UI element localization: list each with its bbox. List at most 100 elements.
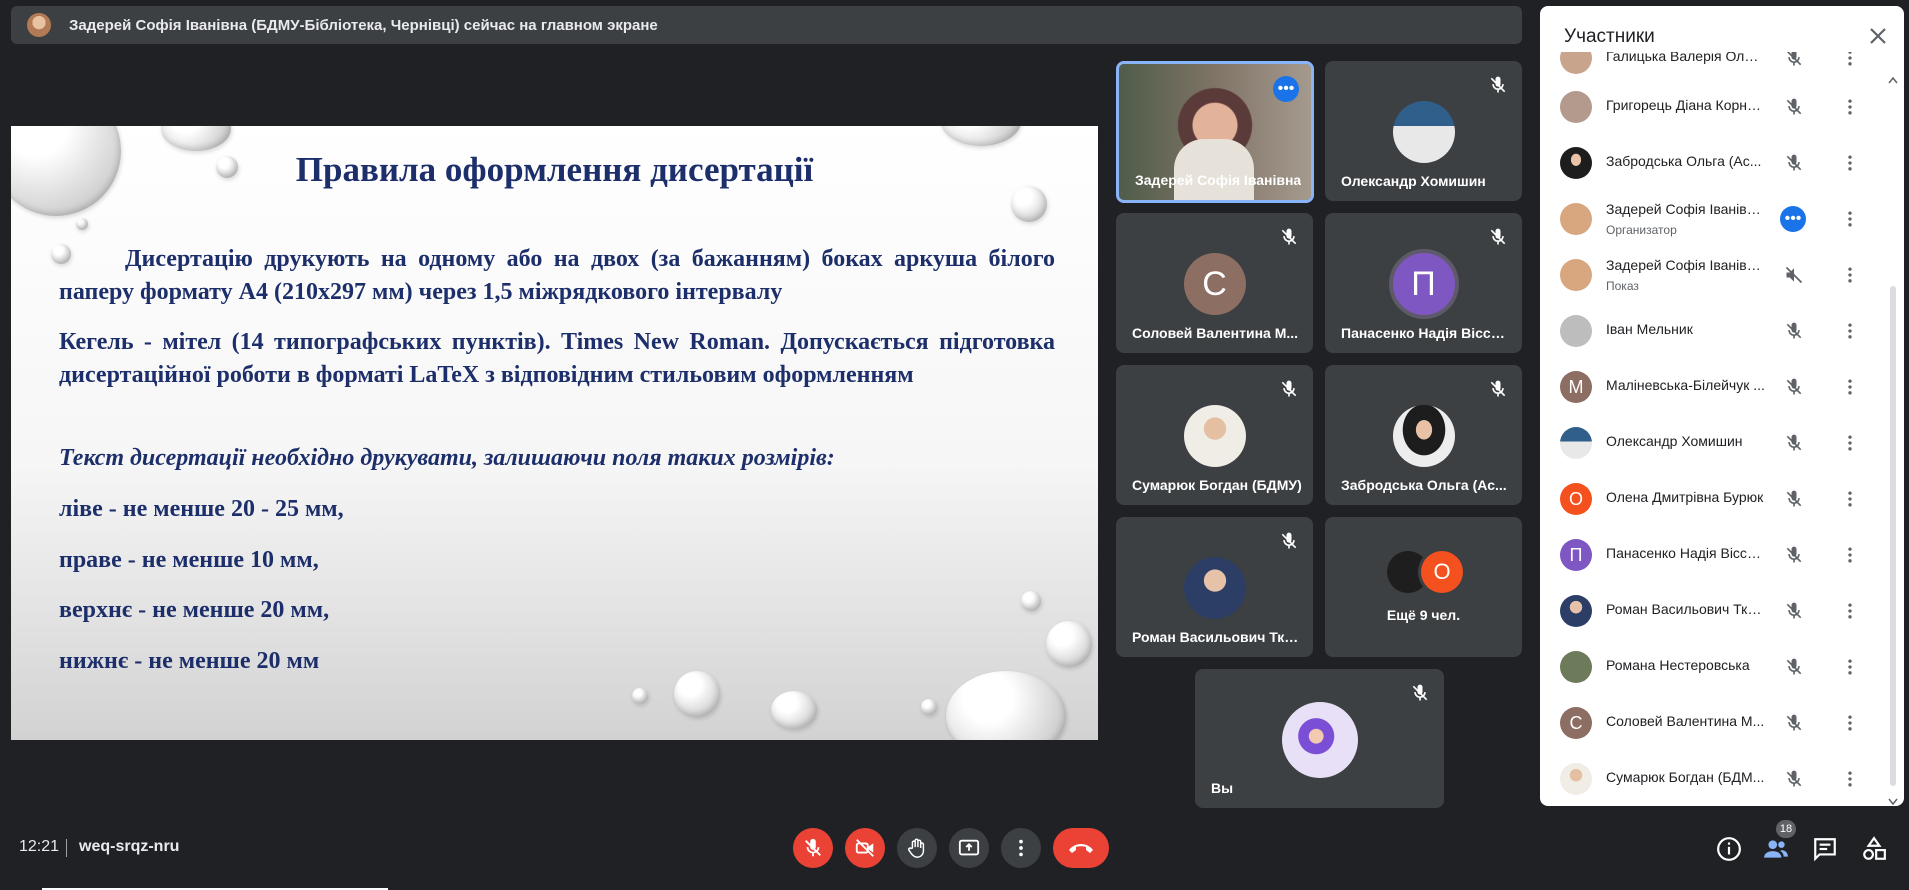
video-tile[interactable]: С Соловей Валентина М... bbox=[1116, 213, 1313, 353]
list-item[interactable]: Олександр Хомишин bbox=[1540, 415, 1884, 471]
close-icon[interactable] bbox=[1866, 24, 1890, 48]
mic-off-icon bbox=[1490, 76, 1506, 93]
avatar bbox=[1560, 595, 1592, 627]
mic-off-icon bbox=[1786, 434, 1802, 451]
more-participants-tile[interactable]: О Ещё 9 чел. bbox=[1325, 517, 1522, 657]
camera-toggle-button[interactable] bbox=[845, 828, 885, 868]
mic-off-icon bbox=[1786, 154, 1802, 171]
scroll-down-icon[interactable] bbox=[1888, 798, 1898, 806]
mic-off-icon bbox=[1786, 322, 1802, 339]
activities-icon[interactable] bbox=[1861, 836, 1887, 862]
video-tile[interactable]: Роман Васильович Ткач... bbox=[1116, 517, 1313, 657]
mic-off-icon bbox=[1786, 98, 1802, 115]
avatar bbox=[1560, 91, 1592, 123]
more-vert-icon[interactable] bbox=[1840, 769, 1860, 789]
more-vert-icon[interactable] bbox=[1840, 153, 1860, 173]
more-vert-icon[interactable] bbox=[1840, 601, 1860, 621]
more-vert-icon[interactable] bbox=[1840, 713, 1860, 733]
participant-name: Роман Васильович Ткач... bbox=[1606, 601, 1766, 617]
more-vert-icon[interactable] bbox=[1840, 209, 1860, 229]
volume-off-icon bbox=[1785, 266, 1803, 284]
more-vert-icon[interactable] bbox=[1840, 97, 1860, 117]
list-item[interactable]: П Панасенко Надія Віссa... bbox=[1540, 527, 1884, 583]
avatar bbox=[1392, 101, 1455, 163]
participants-count-badge: 18 bbox=[1776, 820, 1796, 838]
present-screen-button[interactable] bbox=[949, 828, 989, 868]
chat-icon[interactable] bbox=[1812, 836, 1838, 862]
mic-off-icon bbox=[1786, 546, 1802, 563]
leave-call-button[interactable] bbox=[1053, 828, 1109, 868]
list-item[interactable]: Іван Мельник bbox=[1540, 303, 1884, 359]
video-tile[interactable]: Олександр Хомишин bbox=[1325, 61, 1522, 201]
list-item[interactable]: Сумарюк Богдан (БДМ... bbox=[1540, 751, 1884, 806]
mic-off-icon bbox=[1281, 532, 1297, 549]
scrollbar-thumb[interactable] bbox=[1890, 286, 1896, 786]
more-vert-icon[interactable] bbox=[1840, 52, 1860, 68]
avatar: С bbox=[1183, 253, 1246, 315]
people-icon[interactable] bbox=[1763, 836, 1789, 862]
video-tile[interactable]: Забродська Ольга (Ас... bbox=[1325, 365, 1522, 505]
raise-hand-button[interactable] bbox=[897, 828, 937, 868]
water-drop bbox=[1046, 621, 1092, 667]
avatar bbox=[1183, 557, 1246, 619]
list-item[interactable]: О Олена Дмитрівна Бурюк bbox=[1540, 471, 1884, 527]
tile-name: Вы bbox=[1211, 780, 1234, 796]
video-tile-presenter[interactable]: ••• Задерей Софія Іванівна bbox=[1116, 61, 1314, 203]
participant-name: Галицька Валерія Олек... bbox=[1606, 52, 1766, 64]
avatar: О bbox=[1560, 483, 1592, 515]
tile-name: Сумарюк Богдан (БДМУ) bbox=[1132, 477, 1302, 493]
avatar: С bbox=[1560, 707, 1592, 739]
info-icon[interactable] bbox=[1716, 836, 1742, 862]
mic-off-icon bbox=[1786, 378, 1802, 395]
slide-title: Правила оформлення дисертації bbox=[295, 150, 814, 189]
presenting-banner: Задерей Софія Іванівна (БДМУ-Бібліотека,… bbox=[11, 6, 1522, 44]
list-item[interactable]: Григорець Діана Корне... bbox=[1540, 79, 1884, 135]
avatar bbox=[1560, 427, 1592, 459]
more-vert-icon[interactable] bbox=[1840, 265, 1860, 285]
avatar bbox=[1560, 763, 1592, 795]
participant-name: Задерей Софія Іванівн... bbox=[1606, 257, 1766, 273]
participant-name: Соловей Валентина М... bbox=[1606, 713, 1765, 729]
more-vert-icon[interactable] bbox=[1840, 545, 1860, 565]
water-drop bbox=[1011, 186, 1047, 222]
list-item[interactable]: Задерей Софія Іванівн... Организатор ••• bbox=[1540, 191, 1884, 247]
scroll-up-icon[interactable] bbox=[1888, 76, 1898, 84]
clock: 12:21 bbox=[19, 838, 60, 855]
list-item[interactable]: Задерей Софія Іванівн... Показ bbox=[1540, 247, 1884, 303]
more-options-button[interactable] bbox=[1001, 828, 1041, 868]
list-item[interactable]: Романа Нестеровська bbox=[1540, 639, 1884, 695]
water-drop bbox=[674, 671, 720, 717]
more-vert-icon[interactable] bbox=[1840, 657, 1860, 677]
more-vert-icon[interactable] bbox=[1840, 433, 1860, 453]
avatar: О bbox=[1421, 551, 1463, 593]
self-video-tile[interactable]: Вы bbox=[1195, 669, 1444, 808]
more-dots-icon[interactable]: ••• bbox=[1273, 76, 1299, 102]
list-item[interactable]: Забродська Ольга (Ас... bbox=[1540, 135, 1884, 191]
tile-name: Олександр Хомишин bbox=[1341, 173, 1486, 189]
avatar: П bbox=[1392, 253, 1455, 315]
more-vert-icon[interactable] bbox=[1840, 321, 1860, 341]
avatar bbox=[1560, 52, 1592, 74]
avatar bbox=[1560, 315, 1592, 347]
mic-toggle-button[interactable] bbox=[793, 828, 833, 868]
video-tile[interactable]: П Панасенко Надія Віссаріонівна bbox=[1325, 213, 1522, 353]
presenter-video-body bbox=[1174, 139, 1254, 200]
avatar bbox=[1281, 702, 1358, 778]
video-tile[interactable]: Сумарюк Богдан (БДМУ) bbox=[1116, 365, 1313, 505]
tile-name: Роман Васильович Ткач... bbox=[1132, 629, 1302, 645]
list-item[interactable]: М Маліневська-Білейчук ... bbox=[1540, 359, 1884, 415]
more-vert-icon[interactable] bbox=[1840, 377, 1860, 397]
participant-name: Панасенко Надія Віссa... bbox=[1606, 545, 1766, 561]
list-item[interactable]: Роман Васильович Ткач... bbox=[1540, 583, 1884, 639]
more-vert-icon[interactable] bbox=[1840, 489, 1860, 509]
participant-name: Романа Нестеровська bbox=[1606, 657, 1750, 673]
list-item[interactable]: С Соловей Валентина М... bbox=[1540, 695, 1884, 751]
divider bbox=[66, 839, 67, 857]
mic-off-icon bbox=[1786, 602, 1802, 619]
water-drop bbox=[161, 126, 231, 151]
slide-paragraph: Дисертацію друкують на одному або на дво… bbox=[59, 246, 1055, 305]
meeting-code: weq-srqz-nru bbox=[79, 838, 180, 855]
participant-name: Забродська Ольга (Ас... bbox=[1606, 153, 1762, 169]
participant-name: Іван Мельник bbox=[1606, 321, 1693, 337]
scrollbar[interactable] bbox=[1888, 76, 1898, 806]
